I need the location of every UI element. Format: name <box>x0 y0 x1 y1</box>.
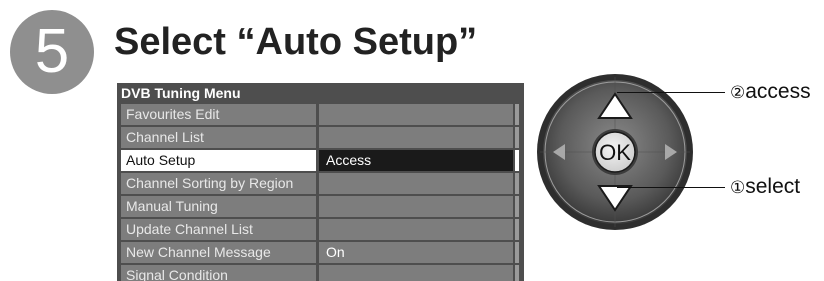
select-text: select <box>745 175 801 198</box>
menu-item-label: Auto Setup <box>121 150 316 171</box>
ok-label: OK <box>599 140 631 165</box>
dvb-tuning-menu: DVB Tuning Menu Favourites Edit Channel … <box>117 83 524 281</box>
access-leader-line <box>617 92 725 93</box>
menu-item-manual-tuning[interactable]: Manual Tuning <box>121 196 521 217</box>
menu-item-label: Channel Sorting by Region <box>121 173 316 194</box>
access-step-number: ② <box>730 83 746 102</box>
access-text: access <box>745 80 811 103</box>
menu-item-value: On <box>319 242 513 263</box>
menu-item-label: Favourites Edit <box>121 104 316 125</box>
menu-item-label: Update Channel List <box>121 219 316 240</box>
row-edge <box>515 242 519 263</box>
menu-item-channel-sorting-by-region[interactable]: Channel Sorting by Region <box>121 173 521 194</box>
menu-item-value: Access <box>319 150 513 171</box>
row-edge <box>515 173 519 194</box>
select-step-number: ① <box>730 178 746 197</box>
menu-item-value <box>319 265 513 281</box>
select-leader-line <box>617 187 725 188</box>
remote-dpad: OK <box>537 74 693 230</box>
menu-item-auto-setup[interactable]: Auto Setup Access <box>121 150 521 171</box>
menu-item-new-channel-message[interactable]: New Channel Message On <box>121 242 521 263</box>
menu-item-value <box>319 196 513 217</box>
menu-items: Favourites Edit Channel List Auto Setup … <box>121 104 521 281</box>
menu-item-channel-list[interactable]: Channel List <box>121 127 521 148</box>
row-edge <box>515 127 519 148</box>
menu-item-value <box>319 219 513 240</box>
step-number-badge: 5 <box>10 10 94 94</box>
menu-item-update-channel-list[interactable]: Update Channel List <box>121 219 521 240</box>
step-title: Select “Auto Setup” <box>114 21 478 63</box>
menu-item-value <box>319 127 513 148</box>
menu-item-label: New Channel Message <box>121 242 316 263</box>
menu-item-label: Signal Condition <box>121 265 316 281</box>
menu-item-value <box>319 104 513 125</box>
menu-item-signal-condition[interactable]: Signal Condition <box>121 265 521 281</box>
menu-item-label: Channel List <box>121 127 316 148</box>
menu-item-label: Manual Tuning <box>121 196 316 217</box>
row-edge <box>515 219 519 240</box>
menu-item-value <box>319 173 513 194</box>
row-edge <box>515 104 519 125</box>
row-edge <box>515 265 519 281</box>
menu-item-favourites-edit[interactable]: Favourites Edit <box>121 104 521 125</box>
ok-button[interactable]: OK <box>592 129 638 175</box>
select-callout: ①select <box>730 175 800 200</box>
row-edge <box>515 150 519 171</box>
menu-title: DVB Tuning Menu <box>121 85 241 101</box>
row-edge <box>515 196 519 217</box>
access-callout: ②access <box>730 80 811 105</box>
